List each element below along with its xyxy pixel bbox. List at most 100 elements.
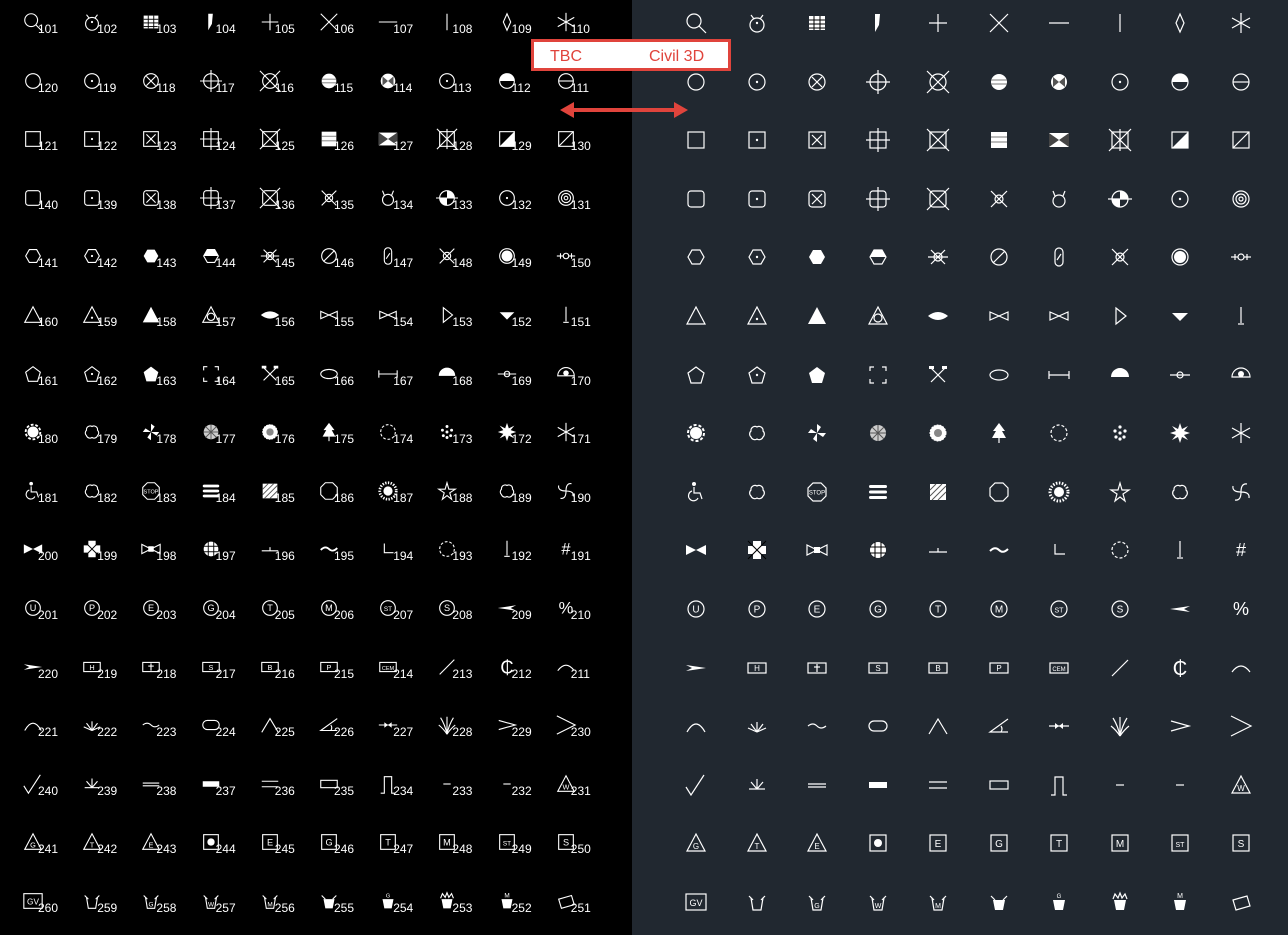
symbol-code: 183 [156,490,177,505]
civil3d-symbol-203: E [805,597,865,637]
civil3d-symbol-182 [745,480,805,520]
cE-icon: E [808,600,826,618]
tbc-symbol-102: 102 [81,11,141,51]
civil3d-symbol-166 [987,363,1047,403]
symbol-code: 225 [274,725,295,740]
symbol-code: 102 [97,22,118,36]
symbol-code: 192 [511,549,532,564]
tbc-symbol-118: 118 [140,70,200,110]
civil3d-symbol-249: ST [1168,831,1228,871]
civil3d-symbol-134 [1047,187,1107,227]
pentagondot-icon [747,365,766,384]
symbol-code: 203 [156,608,177,622]
civil3d-symbol-150 [1229,245,1288,285]
tbc-symbol-206: M 206 [318,597,378,637]
bowsmall-icon [1049,311,1069,321]
sG-icon: G [989,834,1008,852]
civil3d-symbol-170 [1229,363,1288,403]
ellipse-icon [988,368,1009,381]
tbc-symbol-108: 108 [436,11,496,51]
symbol-code: 226 [334,725,355,740]
cloud-icon [748,426,765,441]
tbc-symbol-106: 106 [318,11,378,51]
symbol-code: 178 [156,432,177,447]
civil3d-symbol-252: M [1168,890,1228,930]
civil3d-symbol-113 [1108,70,1168,110]
symbol-code: 167 [393,373,414,388]
bH-icon: H [746,661,767,674]
civil3d-symbol-226 [987,714,1047,754]
tbc-symbol-167: 167 [377,363,437,403]
tbc-symbol-181: 181 [22,480,82,520]
tbc-symbol-173: 173 [436,421,496,461]
svg-text:E: E [814,842,819,851]
tbc-symbol-101: 101 [22,11,82,51]
tbc-symbol-203: E 203 [140,597,200,637]
civil3d-symbol-194 [1047,538,1107,578]
tag-icon [1231,895,1251,911]
svg-text:ST: ST [1176,842,1186,849]
civil3d-symbol-138 [805,187,865,227]
civil3d-symbol-109 [1168,11,1228,51]
svg-text:M: M [935,903,941,910]
civil3d-symbol-179 [745,421,805,461]
symbol-code: 146 [334,256,355,271]
tbc-symbol-133: 133 [436,187,496,227]
civil3d-symbol-210: % [1229,597,1288,637]
tbc-label: TBC [550,48,582,65]
tbc-symbol-208: S 208 [436,597,496,637]
cST-icon: ST [1050,600,1068,618]
symbol-code: 142 [97,256,118,271]
svg-text:U: U [30,603,37,613]
sfill-icon [868,834,887,852]
tbc-symbol-199: 199 [81,538,141,578]
civil3d-symbol-201: U [684,597,744,637]
symbol-code: 237 [215,783,236,798]
symbol-code: 163 [156,373,177,388]
tbc-symbol-247: T 247 [377,831,437,871]
arc-icon [1231,665,1250,672]
symbol-code: 202 [97,608,118,622]
symbol-code: 148 [452,256,473,271]
civil3d-symbol-257: W [866,890,926,930]
tbc-symbol-134: 134 [377,187,437,227]
civil3d-symbol-119 [745,70,805,110]
tbc-symbol-242: T 242 [81,831,141,871]
crossbox-icon [747,541,766,560]
gridcircle-icon [869,542,886,559]
symbol-code: 162 [97,373,118,388]
civil3d-symbol-139 [745,187,805,227]
tbc-symbol-233: 233 [436,773,496,813]
crossroundsq-icon [865,186,890,211]
tbc-symbol-112: 112 [496,70,556,110]
tbc-symbol-124: 124 [199,128,260,168]
tbc-symbol-149: 149 [496,245,556,285]
symbol-code: 249 [511,842,532,857]
pill-icon [867,720,888,732]
svg-text:T: T [90,841,95,850]
symbol-code: 232 [511,783,532,798]
symbol-code: 117 [215,80,235,95]
civil3d-symbol-158 [805,304,865,344]
svg-text:G: G [325,838,332,848]
cS-icon: S [1110,600,1129,618]
tbc-symbol-119: 119 [81,70,141,110]
pillar-icon [1051,776,1067,796]
civil3d-symbol-169 [1168,363,1228,403]
symbol-code: 200 [38,549,59,564]
svg-text:T: T [935,605,941,616]
tbc-symbol-252: M 252 [496,890,556,930]
tbc-symbol-172: 172 [496,421,556,461]
symbol-code: 252 [511,901,532,915]
tbc-symbol-154: 154 [377,304,437,344]
civil3d-symbol-207: ST [1047,597,1107,637]
symbol-code: 206 [334,608,355,622]
symbol-code: 194 [393,549,414,564]
svg-text:P: P [753,605,760,616]
symbol-code: 186 [334,490,355,505]
cupW-icon: W [869,895,886,911]
grid-icon [809,16,825,30]
symbol-code: 124 [215,139,236,154]
symbol-code: 239 [97,783,118,798]
civil3d-symbol-panel: STOP # U P E G T M ST S% H S B P CEM ₵ W G T E E G T M ST S GV G W M G… [632,0,1288,935]
